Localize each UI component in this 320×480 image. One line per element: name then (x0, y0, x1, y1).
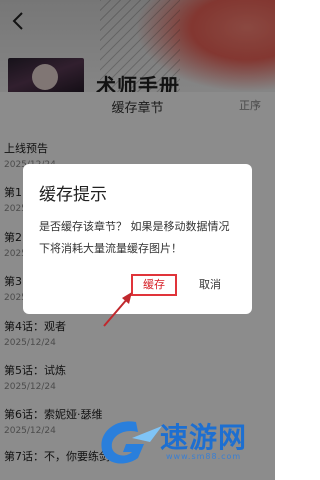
watermark-text: 速游网 (160, 421, 248, 454)
watermark-logo-icon (101, 421, 162, 464)
site-watermark: 速游网 www.sm88.com (92, 412, 272, 474)
annotation-arrow (103, 292, 132, 327)
watermark-url: www.sm88.com (166, 452, 242, 461)
